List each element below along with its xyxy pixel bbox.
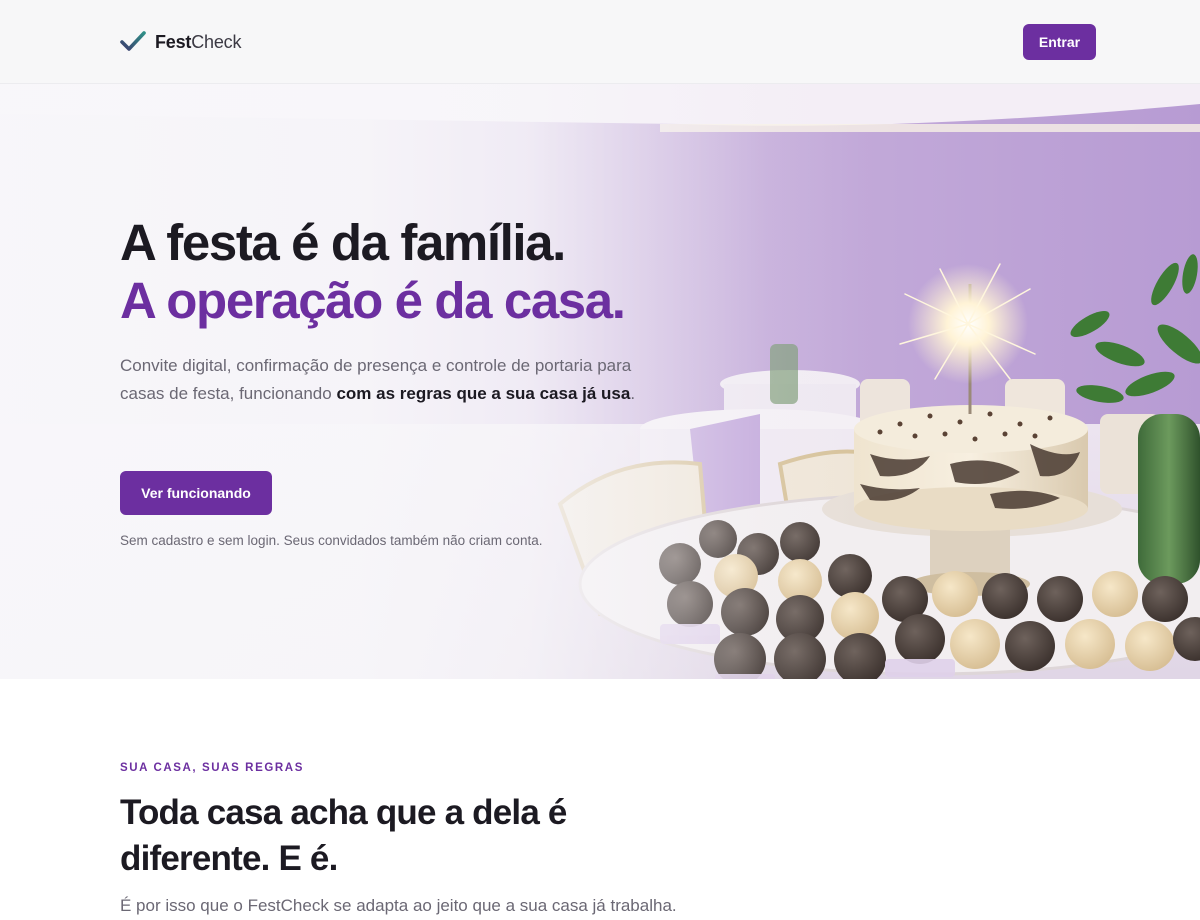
section-eyebrow: SUA CASA, SUAS REGRAS xyxy=(120,762,304,774)
brand-name: FestCheck xyxy=(155,32,241,53)
brand-logo[interactable]: FestCheck xyxy=(120,28,241,56)
brand-name-bold: Fest xyxy=(155,31,192,52)
rules-section: SUA CASA, SUAS REGRAS Toda casa acha que… xyxy=(0,680,1200,915)
login-button[interactable]: Entrar xyxy=(1023,24,1096,60)
site-header: FestCheck Entrar xyxy=(0,0,1200,84)
hero-title-line2: A operação é da casa. xyxy=(120,272,626,329)
section-title: Toda casa acha que a dela é diferente. E… xyxy=(120,793,567,878)
hero-title: A festa é da família. A operação é da ca… xyxy=(120,214,720,330)
hero-title-line1: A festa é da família. xyxy=(120,214,566,271)
hero-note: Sem cadastro e sem login. Seus convidado… xyxy=(120,533,543,548)
check-icon xyxy=(120,31,146,51)
hero-section: A festa é da família. A operação é da ca… xyxy=(0,84,1200,679)
hero-description-end: . xyxy=(630,384,636,403)
see-demo-button[interactable]: Ver funcionando xyxy=(120,471,272,515)
hero-description-highlight: com as regras que a sua casa já usa xyxy=(336,384,631,403)
hero-description: Convite digital, confirmação de presença… xyxy=(120,352,680,408)
section-text: É por isso que o FestCheck se adapta ao … xyxy=(120,896,677,915)
brand-name-light: Check xyxy=(191,31,242,52)
hero-content: A festa é da família. A operação é da ca… xyxy=(120,214,720,548)
